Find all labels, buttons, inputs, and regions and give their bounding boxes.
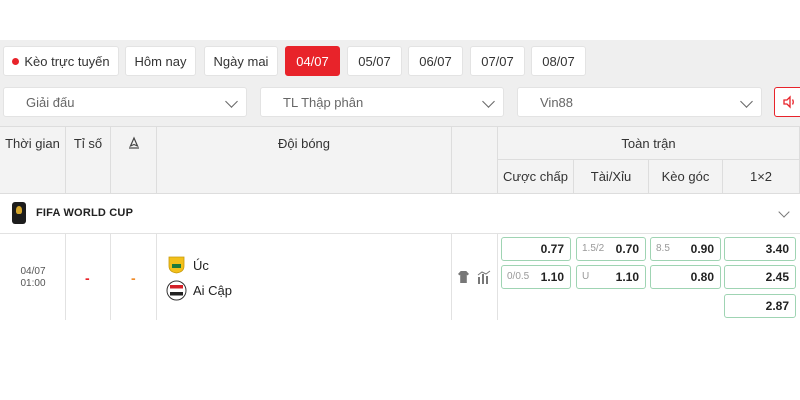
away-team-logo xyxy=(166,280,187,301)
header-stream xyxy=(111,127,157,194)
chevron-down-icon xyxy=(225,95,238,108)
odds-value: 1.10 xyxy=(615,270,639,284)
odds-line: U xyxy=(582,271,590,282)
stats-chart-icon[interactable] xyxy=(477,270,491,284)
tab-label: Hôm nay xyxy=(134,53,187,69)
chevron-down-icon xyxy=(482,95,495,108)
bookmaker-select-value: Vin88 xyxy=(540,94,574,110)
odds-line: 8.5 xyxy=(656,243,670,254)
odds-corners-under[interactable]: 0.80 xyxy=(650,265,721,289)
odds-value: 3.40 xyxy=(765,242,789,256)
speaker-icon xyxy=(783,95,794,109)
column-divider xyxy=(65,234,66,320)
tab-live[interactable]: Kèo trực tuyến xyxy=(3,46,119,76)
header-score: Tỉ số xyxy=(66,127,111,194)
home-team-logo xyxy=(168,256,185,274)
league-select-value: Giải đấu xyxy=(26,94,75,110)
home-team-name[interactable]: Úc xyxy=(193,258,209,273)
column-divider xyxy=(110,234,111,320)
header-extra xyxy=(452,127,498,194)
header-handicap: Cược chấp xyxy=(498,160,574,194)
odds-value: 0.70 xyxy=(615,242,639,256)
tab-date-0707[interactable]: 07/07 xyxy=(470,46,525,76)
odds-1x2-home[interactable]: 3.40 xyxy=(724,237,796,261)
odds-over[interactable]: 1.5/2 0.70 xyxy=(576,237,646,261)
odds-format-select[interactable]: TL Thập phân xyxy=(260,87,504,117)
stream-icon xyxy=(128,136,139,149)
header-full-match: Toàn trận xyxy=(498,127,800,160)
odds-handicap-home[interactable]: 0.77 xyxy=(501,237,571,261)
top-spacer xyxy=(0,0,800,40)
odds-1x2-away[interactable]: 2.45 xyxy=(724,265,796,289)
score-away: - xyxy=(131,270,136,286)
odds-value: 0.77 xyxy=(540,242,564,256)
odds-value: 0.90 xyxy=(690,242,714,256)
sound-toggle-button[interactable] xyxy=(774,87,800,117)
tab-label: 07/07 xyxy=(481,53,514,69)
header-corners: Kèo góc xyxy=(649,160,723,194)
tab-label: 06/07 xyxy=(419,53,452,69)
australia-badge-icon xyxy=(168,256,185,274)
odds-line: 0/0.5 xyxy=(507,271,530,282)
column-divider xyxy=(156,234,157,320)
odds-1x2-draw[interactable]: 2.87 xyxy=(724,294,796,318)
odds-value: 1.10 xyxy=(540,270,564,284)
tab-label: Kèo trực tuyến xyxy=(24,53,110,69)
tab-label: Ngày mai xyxy=(213,53,269,69)
header-1x2: 1×2 xyxy=(723,160,800,194)
away-team-name[interactable]: Ai Cập xyxy=(193,283,232,298)
league-select[interactable]: Giải đấu xyxy=(3,87,247,117)
live-dot-icon xyxy=(12,57,20,65)
header-teams: Đội bóng xyxy=(157,127,452,194)
world-cup-trophy-icon xyxy=(12,202,26,224)
tab-date-0407[interactable]: 04/07 xyxy=(285,46,340,76)
odds-format-select-value: TL Thập phân xyxy=(283,94,364,110)
bookmaker-select[interactable]: Vin88 xyxy=(517,87,762,117)
odds-value: 2.87 xyxy=(765,299,789,313)
tab-today[interactable]: Hôm nay xyxy=(125,46,196,76)
tab-label: 05/07 xyxy=(358,53,391,69)
tab-label: 04/07 xyxy=(296,53,329,69)
tab-date-0507[interactable]: 05/07 xyxy=(347,46,402,76)
odds-under[interactable]: U 1.10 xyxy=(576,265,646,289)
match-time: 01:00 xyxy=(20,278,46,289)
league-name: FIFA WORLD CUP xyxy=(36,207,134,219)
tab-label: 08/07 xyxy=(542,53,575,69)
chevron-down-icon xyxy=(740,95,753,108)
header-time: Thời gian xyxy=(0,127,66,194)
tab-date-0607[interactable]: 06/07 xyxy=(408,46,463,76)
odds-value: 0.80 xyxy=(690,270,714,284)
score-home: - xyxy=(85,270,90,286)
odds-line: 1.5/2 xyxy=(582,243,605,254)
egypt-badge-icon xyxy=(166,280,187,301)
column-divider xyxy=(497,234,498,320)
odds-handicap-away[interactable]: 0/0.5 1.10 xyxy=(501,265,571,289)
match-date: 04/07 xyxy=(20,266,46,277)
odds-corners-over[interactable]: 8.5 0.90 xyxy=(650,237,721,261)
column-divider xyxy=(451,234,452,320)
tab-date-0807[interactable]: 08/07 xyxy=(531,46,586,76)
header-over-under: Tài/Xỉu xyxy=(574,160,649,194)
tab-tomorrow[interactable]: Ngày mai xyxy=(204,46,278,76)
odds-value: 2.45 xyxy=(765,270,789,284)
